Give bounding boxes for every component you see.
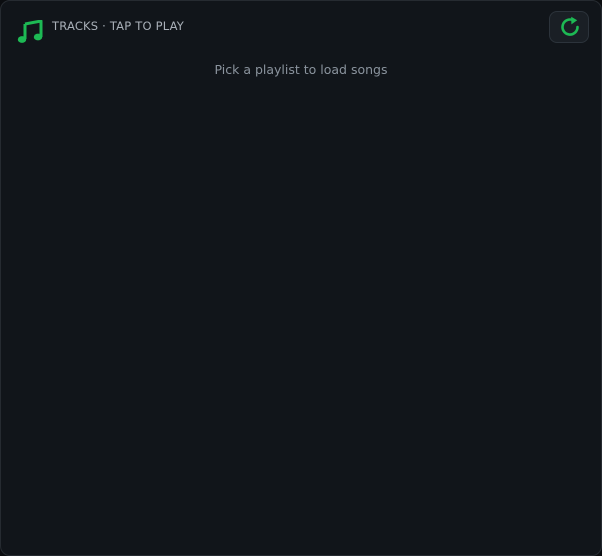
refresh-icon — [561, 16, 579, 36]
refresh-button[interactable] — [549, 11, 589, 43]
empty-state-message: Pick a playlist to load songs — [214, 62, 388, 77]
tracks-header-title: TRACKS · TAP TO PLAY — [52, 19, 184, 33]
tracks-header: TRACKS · TAP TO PLAY — [1, 1, 601, 53]
tracks-panel: TRACKS · TAP TO PLAY Pick a playlist to … — [0, 0, 602, 556]
music-note-icon — [17, 19, 43, 44]
